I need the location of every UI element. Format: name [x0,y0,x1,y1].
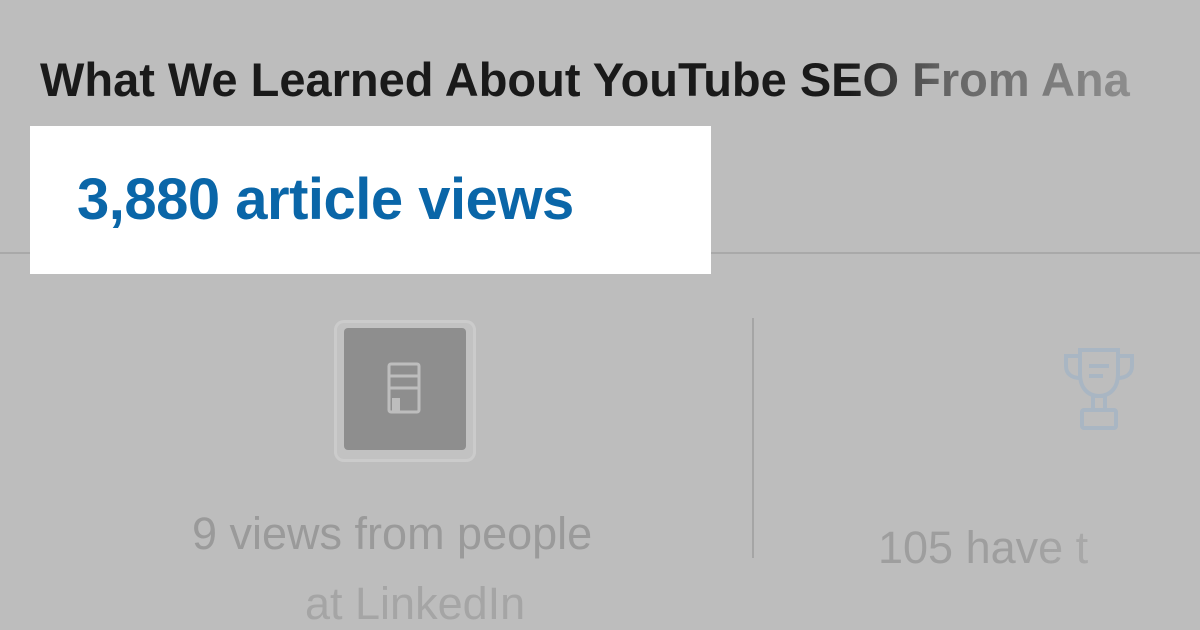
stat-company-line1: 9 views from people [192,508,593,559]
company-building-icon [387,362,421,414]
trophy-icon [1064,348,1134,430]
stat-trophy-line1: 105 have t [878,522,1089,573]
company-logo-tile [334,320,476,462]
article-title[interactable]: What We Learned About YouTube SEO From A… [40,50,1200,110]
stat-company-views[interactable]: 9 views from people at LinkedIn [0,300,752,629]
article-views-highlight: 3,880 article views [30,126,711,274]
article-views-count[interactable]: 3,880 article views [77,171,574,229]
stats-column-divider [752,318,754,558]
company-logo-inner [344,328,466,450]
stat-trophy[interactable]: 105 have t [754,300,1200,617]
stat-company-line2: at LinkedIn [305,578,526,629]
stats-row: 9 views from people at LinkedIn 105 have… [0,300,1200,629]
